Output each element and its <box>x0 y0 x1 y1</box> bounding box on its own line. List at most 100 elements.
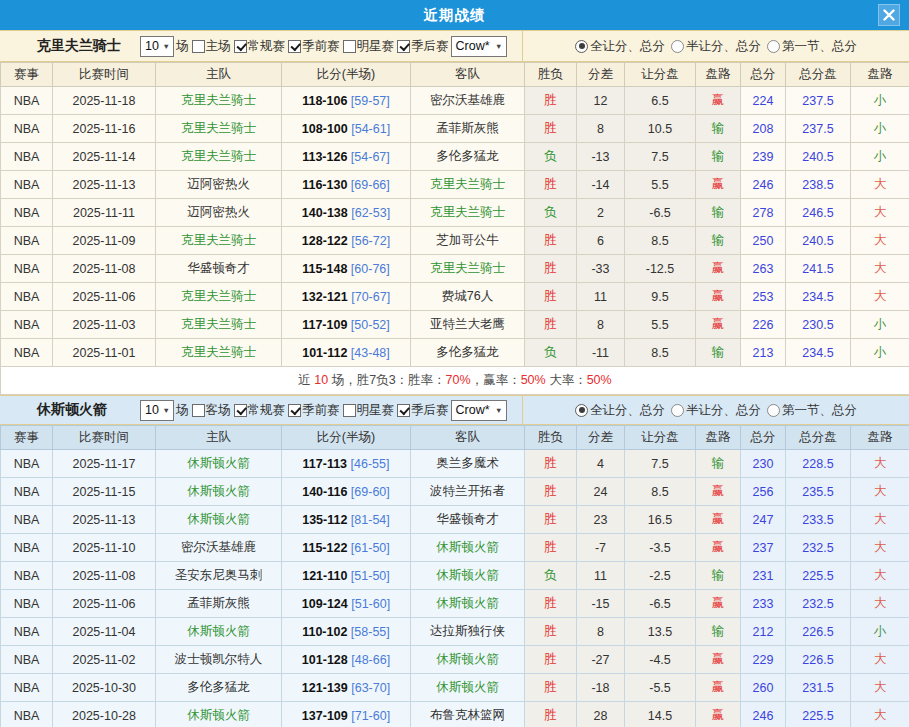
checkbox-label: 常规赛 <box>248 38 286 55</box>
column-header: 主队 <box>156 426 282 450</box>
cell: 2025-11-09 <box>53 227 156 255</box>
cell: -3.5 <box>625 534 696 562</box>
cell: 238.5 <box>786 171 851 199</box>
summary-part: 近 <box>298 373 314 387</box>
table-row: NBA2025-11-01克里夫兰骑士101-112 [43-48]多伦多猛龙负… <box>1 339 909 367</box>
filter-checkbox-0[interactable]: 主场 <box>192 38 231 55</box>
cell: 225.5 <box>786 702 851 727</box>
checkbox[interactable] <box>234 40 247 53</box>
stat-mode-radio-0[interactable]: 全让分、总分 <box>575 402 665 419</box>
summary-part: 50% <box>587 373 612 387</box>
cell: 2025-11-08 <box>53 255 156 283</box>
cell: 圣安东尼奥马刺 <box>156 562 282 590</box>
team-filter-bar: 休斯顿火箭10▼场客场常规赛季前赛明星赛季后赛Crow*▼全让分、总分半让分、总… <box>0 395 909 425</box>
cell: 226.5 <box>786 646 851 674</box>
stat-mode-radio-1[interactable]: 半让分、总分 <box>671 38 761 55</box>
radio[interactable] <box>767 404 780 417</box>
cell: 109-124 [51-60] <box>282 590 411 618</box>
cell: 24 <box>577 478 625 506</box>
stat-mode-radio-1[interactable]: 半让分、总分 <box>671 402 761 419</box>
checkbox[interactable] <box>343 404 356 417</box>
column-header: 总分 <box>741 426 786 450</box>
final-score: 108-100 <box>302 122 348 136</box>
cell: 2 <box>577 199 625 227</box>
checkbox[interactable] <box>192 404 205 417</box>
cell: 212 <box>741 618 786 646</box>
checkbox[interactable] <box>288 40 301 53</box>
cell: 239 <box>741 143 786 171</box>
radio[interactable] <box>767 40 780 53</box>
final-score: 117-113 <box>303 457 348 471</box>
stat-mode-radio-2[interactable]: 第一节、总分 <box>767 402 857 419</box>
table-row: NBA2025-11-10密尔沃基雄鹿115-122 [61-50]休斯顿火箭胜… <box>1 534 909 562</box>
games-suffix-label: 场 <box>176 38 189 55</box>
final-score: 140-116 <box>302 485 347 499</box>
filter-checkbox-3[interactable]: 明星赛 <box>343 38 395 55</box>
cell: -6.5 <box>625 199 696 227</box>
filter-checkbox-4[interactable]: 季后赛 <box>397 38 449 55</box>
cell: 246 <box>741 171 786 199</box>
checkbox[interactable] <box>234 404 247 417</box>
final-score: 109-124 <box>302 597 348 611</box>
close-button[interactable] <box>878 4 900 26</box>
cell: -2.5 <box>625 562 696 590</box>
cell: 224 <box>741 87 786 115</box>
table-row: NBA2025-11-14克里夫兰骑士113-126 [54-67]多伦多猛龙负… <box>1 143 909 171</box>
checkbox[interactable] <box>343 40 356 53</box>
column-header: 主队 <box>156 63 282 87</box>
team-filter-bar: 克里夫兰骑士10▼场主场常规赛季前赛明星赛季后赛Crow*▼全让分、总分半让分、… <box>0 30 909 62</box>
cell: 大 <box>851 702 909 727</box>
filter-checkbox-1[interactable]: 常规赛 <box>234 402 286 419</box>
cell: 小 <box>851 87 909 115</box>
cell: NBA <box>1 450 53 478</box>
cell: 赢 <box>696 478 741 506</box>
checkbox-label: 明星赛 <box>357 38 395 55</box>
cell: 8.5 <box>625 227 696 255</box>
checkbox[interactable] <box>397 404 410 417</box>
filter-checkbox-2[interactable]: 季前赛 <box>288 38 340 55</box>
cell: 大 <box>851 506 909 534</box>
half-score: [46-55] <box>347 457 389 471</box>
half-score: [54-67] <box>347 150 389 164</box>
radio[interactable] <box>671 40 684 53</box>
cell: 输 <box>696 143 741 171</box>
checkbox[interactable] <box>397 40 410 53</box>
cell: 克里夫兰骑士 <box>156 87 282 115</box>
cell: 8 <box>577 115 625 143</box>
filter-checkbox-0[interactable]: 客场 <box>192 402 231 419</box>
radio[interactable] <box>671 404 684 417</box>
stat-mode-radio-0[interactable]: 全让分、总分 <box>575 38 665 55</box>
half-score: [69-66] <box>347 178 389 192</box>
filter-checkbox-3[interactable]: 明星赛 <box>343 402 395 419</box>
cell: 输 <box>696 115 741 143</box>
cell: 231.5 <box>786 674 851 702</box>
checkbox-label: 季后赛 <box>411 402 449 419</box>
cell: 132-121 [70-67] <box>282 283 411 311</box>
filter-checkbox-2[interactable]: 季前赛 <box>288 402 340 419</box>
summary-text: 近 10 场，胜7负3：胜率：70%，赢率：50% 大率：50% <box>1 367 909 395</box>
column-header: 比赛时间 <box>53 426 156 450</box>
cell: NBA <box>1 143 53 171</box>
cell: 大 <box>851 562 909 590</box>
cell: 213 <box>741 339 786 367</box>
filter-checkbox-1[interactable]: 常规赛 <box>234 38 286 55</box>
odds-source-select[interactable]: Crow*▼ <box>451 36 507 57</box>
filter-checkbox-4[interactable]: 季后赛 <box>397 402 449 419</box>
cell: 115-148 [60-76] <box>282 255 411 283</box>
checkbox-label: 季前赛 <box>302 402 340 419</box>
checkbox-label: 明星赛 <box>357 402 395 419</box>
cell: 孟菲斯灰熊 <box>156 590 282 618</box>
cell: 华盛顿奇才 <box>156 255 282 283</box>
radio[interactable] <box>575 40 588 53</box>
checkbox[interactable] <box>288 404 301 417</box>
column-header: 盘路 <box>851 63 909 87</box>
stat-mode-radio-2[interactable]: 第一节、总分 <box>767 38 857 55</box>
games-count-select[interactable]: 10▼ <box>140 400 174 421</box>
cell: 117-109 [50-52] <box>282 311 411 339</box>
games-count-select[interactable]: 10▼ <box>140 36 174 57</box>
cell: 胜 <box>525 590 577 618</box>
table-row: NBA2025-11-06克里夫兰骑士132-121 [70-67]费城76人胜… <box>1 283 909 311</box>
checkbox[interactable] <box>192 40 205 53</box>
odds-source-select[interactable]: Crow*▼ <box>451 400 507 421</box>
radio[interactable] <box>575 404 588 417</box>
